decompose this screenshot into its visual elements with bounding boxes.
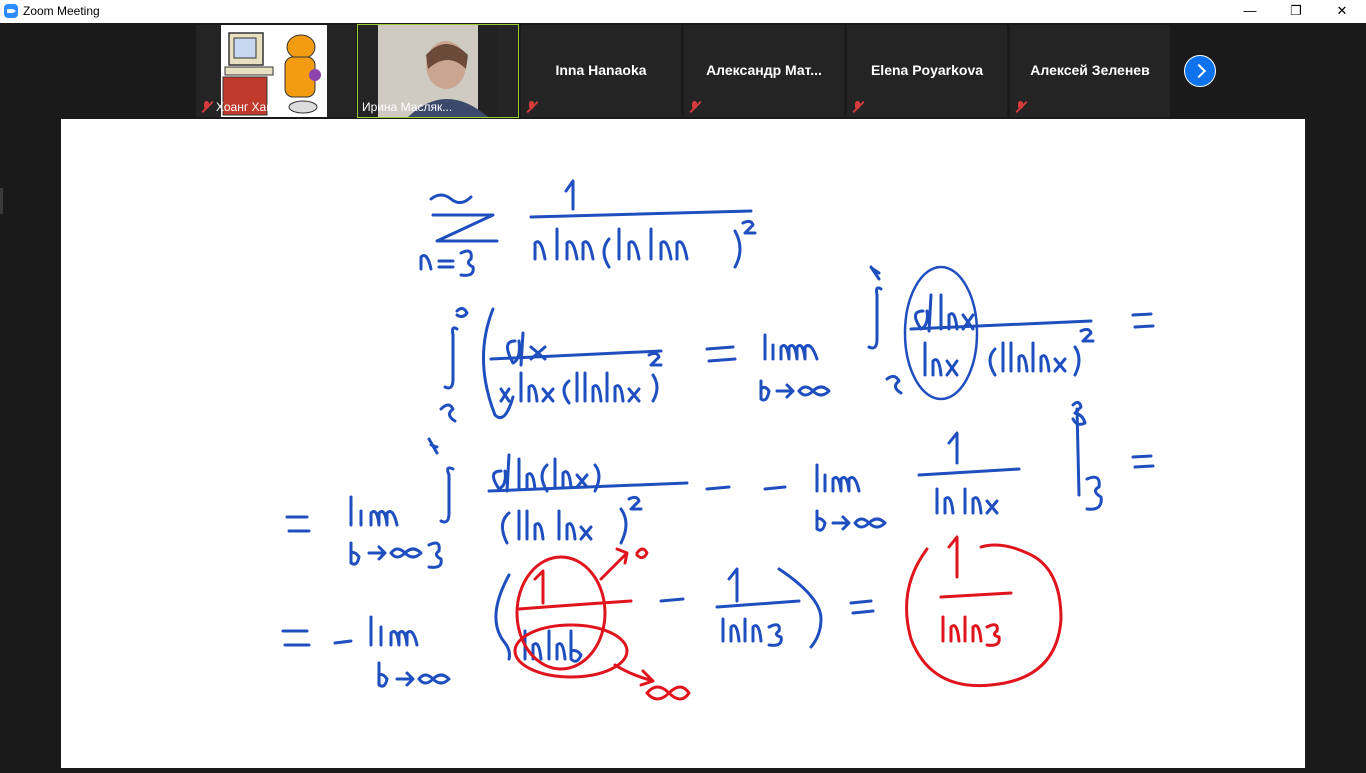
participant-tile[interactable]: Inna Hanaoka xyxy=(521,25,681,117)
side-panel-handle[interactable] xyxy=(0,188,3,214)
muted-mic-icon xyxy=(689,101,701,113)
next-page-arrow-icon[interactable] xyxy=(1184,55,1216,87)
muted-mic-icon xyxy=(852,101,864,113)
close-button[interactable]: ✕ xyxy=(1319,0,1365,23)
participant-tile[interactable]: Алексей Зеленев xyxy=(1010,25,1170,117)
participant-name: Elena Poyarkova xyxy=(870,62,984,78)
participant-name: Ирина Масляк... xyxy=(362,100,453,114)
participant-name: Хоанг Хай xyxy=(216,100,273,114)
participant-name: Алексей Зеленев xyxy=(1030,62,1150,78)
participant-name: Александр Мат... xyxy=(706,62,822,78)
participant-tile-active-speaker[interactable]: Ирина Масляк... xyxy=(357,24,519,118)
participant-strip: Хоанг Хай Ирина Масляк... Inna Hanaoka А… xyxy=(0,23,1366,119)
participant-tile[interactable]: Хоанг Хай xyxy=(196,25,356,117)
restore-button[interactable]: ❐ xyxy=(1273,0,1319,23)
title-bar: Zoom Meeting — ❐ ✕ xyxy=(0,0,1366,23)
participant-name: Inna Hanaoka xyxy=(555,62,647,78)
participant-tile[interactable]: Александр Мат... xyxy=(684,25,844,117)
handwritten-math-drawing xyxy=(281,179,1155,701)
muted-mic-icon xyxy=(526,101,538,113)
minimize-button[interactable]: — xyxy=(1227,0,1273,23)
window-title: Zoom Meeting xyxy=(23,4,100,18)
zoom-app-icon xyxy=(4,4,18,18)
participant-tile[interactable]: Elena Poyarkova xyxy=(847,25,1007,117)
muted-mic-icon xyxy=(1015,101,1027,113)
shared-screen-whiteboard xyxy=(61,119,1305,768)
muted-mic-icon xyxy=(201,101,213,113)
